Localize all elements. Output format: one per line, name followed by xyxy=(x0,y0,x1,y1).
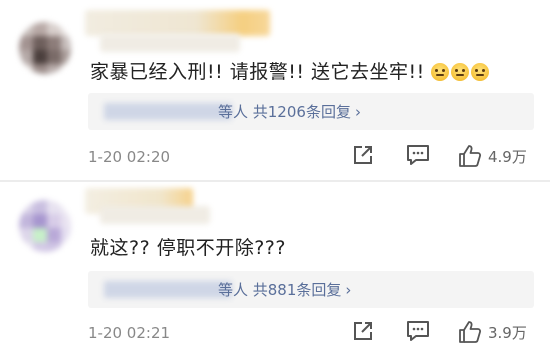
share-button[interactable] xyxy=(352,320,374,342)
share-icon xyxy=(354,146,372,164)
comment-button[interactable] xyxy=(406,144,430,166)
comment-item: 家暴已经入刑!! 请报警!! 送它去坐牢!! 等人 共1206条回复 › 1-20… xyxy=(0,0,550,178)
replier-names-blurred xyxy=(104,103,232,120)
comment-icon xyxy=(407,321,429,341)
thumbs-up-icon xyxy=(459,321,482,343)
chevron-right-icon: › xyxy=(345,281,352,299)
reply-summary: 等人 共1206条回复 › xyxy=(218,103,361,121)
comment-button[interactable] xyxy=(406,320,430,342)
like-button[interactable]: 4.9万 xyxy=(458,144,527,168)
divider xyxy=(0,180,550,182)
reply-thread-link[interactable]: 等人 共1206条回复 › xyxy=(88,93,534,130)
username-blurred[interactable] xyxy=(85,10,270,36)
chevron-right-icon: › xyxy=(354,103,361,121)
timestamp: 1-20 02:21 xyxy=(88,324,171,342)
comment-icon xyxy=(407,145,429,165)
like-count: 3.9万 xyxy=(488,323,527,342)
comment-item: 就这?? 停职不开除??? 等人 共881条回复 › 1-20 02:21 3.9… xyxy=(0,184,550,356)
like-button[interactable]: 3.9万 xyxy=(458,320,527,344)
comment-text: 就这?? 停职不开除??? xyxy=(90,237,286,259)
comment-text: 家暴已经入刑!! 请报警!! 送它去坐牢!! xyxy=(90,57,489,84)
timestamp: 1-20 02:20 xyxy=(88,148,171,166)
slight-smile-icon xyxy=(470,63,489,81)
thumbs-up-icon xyxy=(459,145,482,167)
user-meta-blurred xyxy=(100,206,210,224)
reply-summary: 等人 共881条回复 › xyxy=(218,281,352,299)
avatar[interactable] xyxy=(19,200,71,252)
user-meta-blurred xyxy=(100,34,240,52)
like-count: 4.9万 xyxy=(488,147,527,166)
share-button[interactable] xyxy=(352,144,374,166)
replier-names-blurred xyxy=(104,281,232,298)
avatar[interactable] xyxy=(19,22,71,74)
slight-smile-icon xyxy=(450,63,469,81)
share-icon xyxy=(354,322,372,340)
slight-smile-icon xyxy=(430,63,449,81)
reply-thread-link[interactable]: 等人 共881条回复 › xyxy=(88,271,534,308)
